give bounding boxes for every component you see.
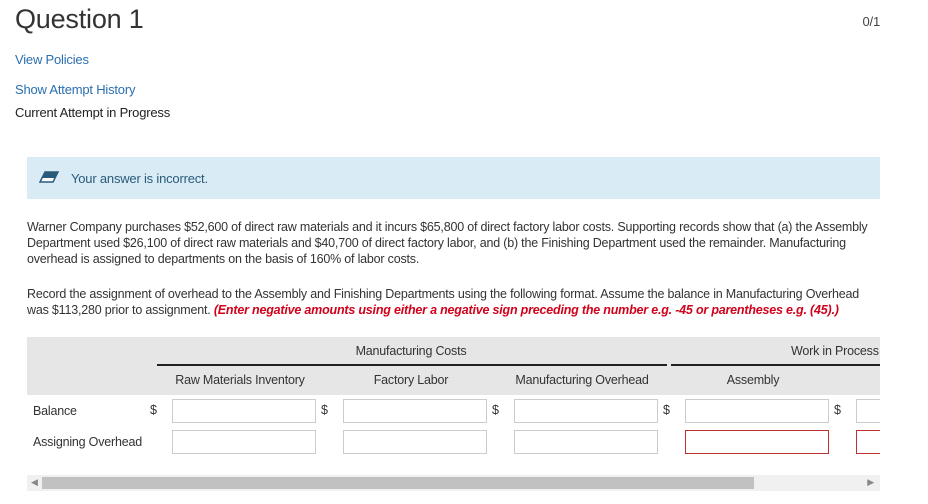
group-manufacturing-costs: Manufacturing Costs xyxy=(355,344,467,358)
col-assembly: Assembly xyxy=(726,373,780,387)
row-label-assigning-overhead: Assigning Overhead xyxy=(33,435,142,449)
horizontal-scrollbar[interactable]: ◀ ▶ xyxy=(27,475,880,491)
overhead-manufacturing-overhead-input[interactable] xyxy=(514,430,658,454)
currency-symbol: $ xyxy=(492,403,499,417)
current-attempt-label: Current Attempt in Progress xyxy=(15,105,170,120)
currency-symbol: $ xyxy=(150,403,157,417)
eraser-icon xyxy=(39,171,59,183)
currency-symbol: $ xyxy=(663,403,670,417)
col-raw-materials: Raw Materials Inventory xyxy=(175,373,305,387)
row-label-balance: Balance xyxy=(33,404,77,418)
show-attempt-history-link[interactable]: Show Attempt History xyxy=(15,82,135,97)
balance-factory-labor-input[interactable] xyxy=(343,399,487,423)
balance-raw-materials-input[interactable] xyxy=(172,399,316,423)
instructions-text: Record the assignment of overhead to the… xyxy=(27,286,877,318)
journal-table: Manufacturing Costs Work in Process Raw … xyxy=(27,337,880,497)
overhead-assembly-input[interactable] xyxy=(685,430,829,454)
overhead-finishing-input[interactable] xyxy=(856,430,880,454)
balance-manufacturing-overhead-input[interactable] xyxy=(514,399,658,423)
scroll-right-icon[interactable]: ▶ xyxy=(867,477,874,488)
problem-text: Warner Company purchases $52,600 of dire… xyxy=(27,220,868,266)
overhead-factory-labor-input[interactable] xyxy=(343,430,487,454)
feedback-text: Your answer is incorrect. xyxy=(71,171,208,186)
negative-amount-warning: (Enter negative amounts using either a n… xyxy=(213,303,839,317)
page-title: Question 1 xyxy=(15,4,144,34)
divider xyxy=(157,364,667,366)
currency-symbol: $ xyxy=(834,403,841,417)
scrollbar-thumb[interactable] xyxy=(42,477,754,489)
currency-symbol: $ xyxy=(321,403,328,417)
col-manufacturing-overhead: Manufacturing Overhead xyxy=(515,373,649,387)
group-work-in-process: Work in Process xyxy=(791,344,879,358)
divider xyxy=(671,364,880,366)
score: 0/1 xyxy=(862,14,881,29)
scroll-left-icon[interactable]: ◀ xyxy=(31,477,38,488)
table-header: Manufacturing Costs Work in Process Raw … xyxy=(27,337,880,395)
overhead-raw-materials-input[interactable] xyxy=(172,430,316,454)
feedback-banner: Your answer is incorrect. xyxy=(27,157,880,199)
balance-finishing-input[interactable] xyxy=(856,399,880,423)
balance-assembly-input[interactable] xyxy=(685,399,829,423)
col-factory-labor: Factory Labor xyxy=(373,373,449,387)
view-policies-link[interactable]: View Policies xyxy=(15,52,89,67)
